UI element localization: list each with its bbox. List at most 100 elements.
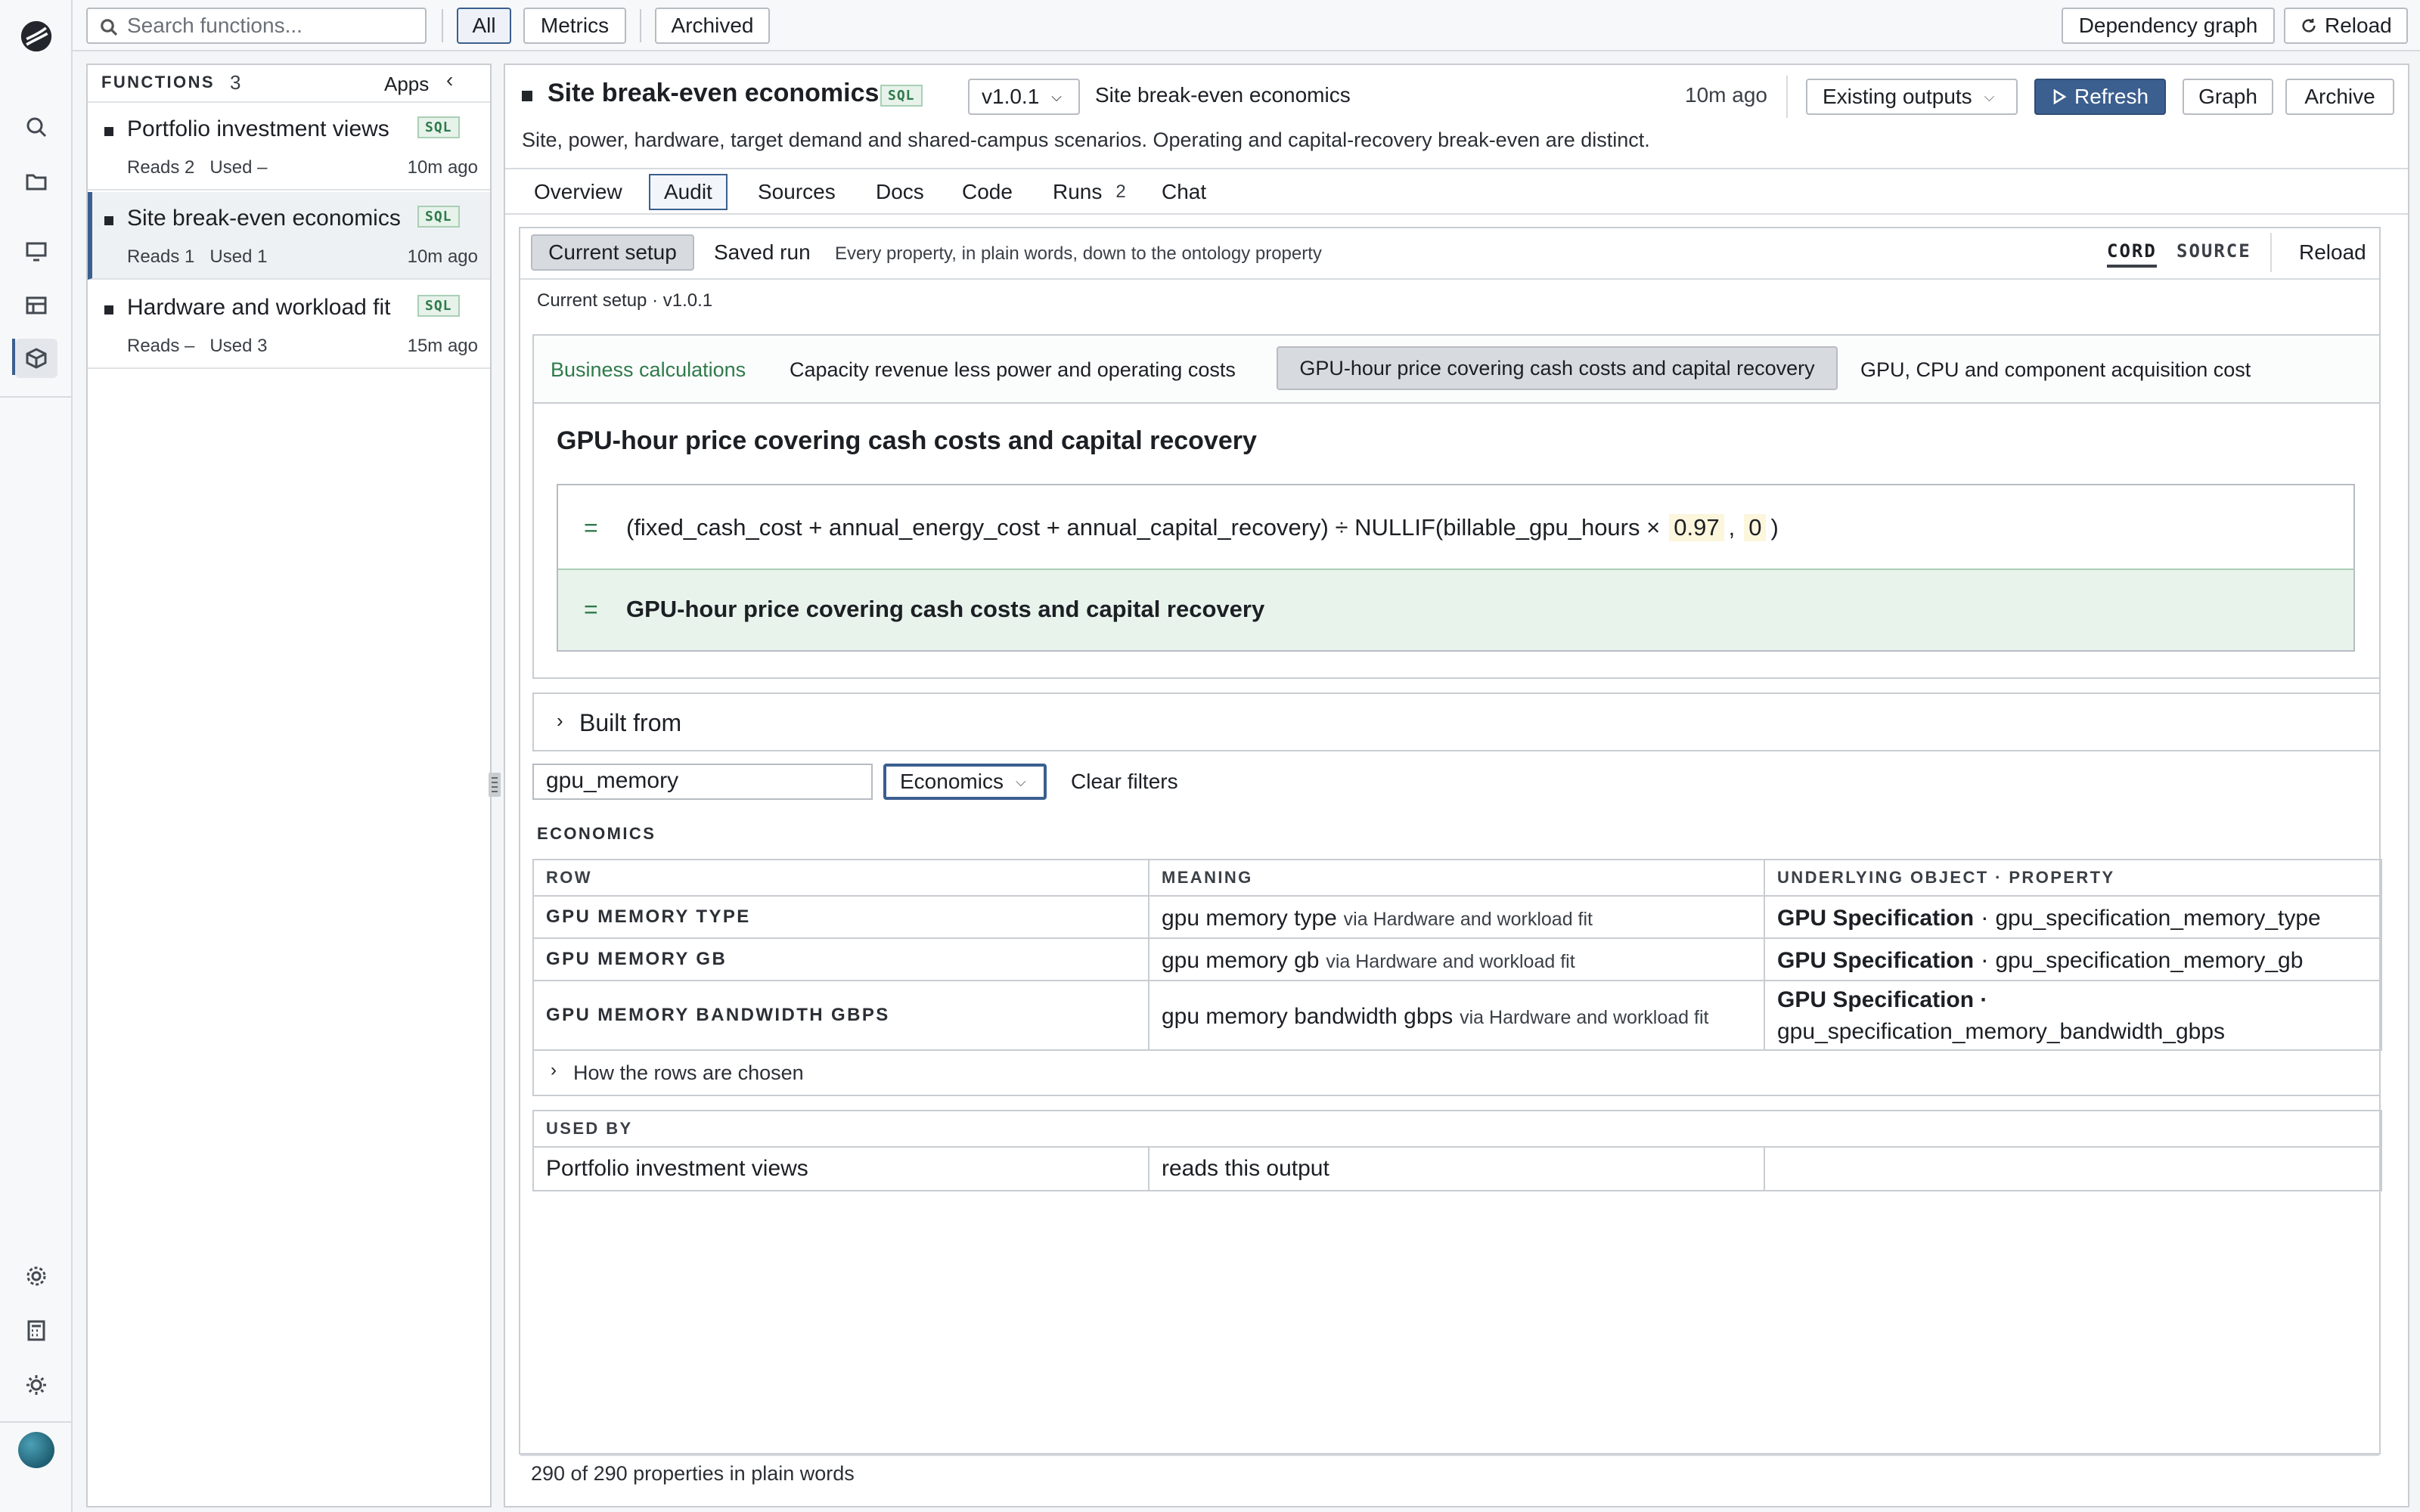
bullet-icon: [104, 216, 113, 225]
current-setup-toggle[interactable]: Current setup: [531, 234, 694, 271]
table-row[interactable]: GPU MEMORY TYPE gpu memory type via Hard…: [532, 895, 2382, 939]
refresh-label: Refresh: [2074, 85, 2149, 108]
filter-all-button[interactable]: All: [457, 8, 511, 44]
filter-archived-button[interactable]: Archived: [655, 8, 770, 44]
tab-chat[interactable]: Chat: [1148, 174, 1220, 210]
how-rows-label: How the rows are chosen: [573, 1061, 804, 1084]
source-toggle[interactable]: SOURCE: [2176, 240, 2251, 262]
section-title: ECONOMICS: [537, 824, 656, 843]
search-icon: [101, 19, 118, 36]
table-row[interactable]: GPU MEMORY BANDWIDTH GBPS gpu memory ban…: [532, 980, 2382, 1051]
object-name: GPU Specification ·: [1777, 987, 1988, 1012]
clear-filters-button[interactable]: Clear filters: [1071, 770, 1178, 794]
function-title: Hardware and workload fit: [127, 295, 391, 320]
formula-equals: =: [584, 514, 598, 541]
built-from-label: Built from: [579, 709, 682, 736]
monitor-icon[interactable]: [21, 236, 51, 266]
search-functions-input[interactable]: [127, 12, 414, 39]
audit-reload-button[interactable]: Reload: [2299, 240, 2366, 265]
calc-tab-acquisition-cost[interactable]: GPU, CPU and component acquisition cost: [1860, 358, 2251, 382]
functions-panel-title: FUNCTIONS: [101, 73, 215, 91]
table-row[interactable]: Portfolio investment views reads this ou…: [532, 1146, 2383, 1191]
apps-link[interactable]: Apps: [384, 73, 429, 96]
sql-badge: SQL: [417, 295, 460, 317]
used-by-name[interactable]: Portfolio investment views: [532, 1146, 1150, 1191]
tab-overview[interactable]: Overview: [520, 174, 636, 210]
column-header: MEANING: [1148, 859, 1765, 897]
function-item-site-break-even-economics[interactable]: Site break-even economics SQL Reads 1 Us…: [88, 192, 490, 280]
calc-tab-capacity-revenue[interactable]: Capacity revenue less power and operatin…: [790, 358, 1236, 382]
sql-badge: SQL: [417, 116, 460, 138]
header-divider: [505, 168, 2408, 169]
cord-toggle[interactable]: CORD: [2107, 240, 2157, 268]
audit-toolbar-divider: [2270, 233, 2272, 272]
refresh-button[interactable]: Refresh: [2034, 79, 2166, 115]
rail-divider: [0, 396, 73, 398]
search-functions-input-wrapper[interactable]: [86, 8, 427, 44]
function-item-portfolio-investment-views[interactable]: Portfolio investment views SQL Reads 2 U…: [88, 103, 490, 191]
collapse-chevron-left-icon[interactable]: ‹: [446, 68, 453, 92]
row-name: GPU MEMORY BANDWIDTH GBPS: [532, 980, 1150, 1051]
tab-code[interactable]: Code: [948, 174, 1026, 210]
calc-tab-gpu-hour-price[interactable]: GPU-hour price covering cash costs and c…: [1277, 346, 1838, 390]
theme-sun-icon[interactable]: [21, 1370, 51, 1400]
toolbar-divider: [442, 9, 443, 42]
reload-button[interactable]: Reload: [2284, 8, 2408, 44]
built-from-expander[interactable]: › Built from: [532, 692, 2381, 751]
row-object-property: GPU Specification · gpu_specification_me…: [1764, 895, 2382, 939]
tab-sources[interactable]: Sources: [744, 174, 849, 210]
archive-button[interactable]: Archive: [2285, 79, 2394, 115]
bullet-icon: [104, 305, 113, 314]
used-by-table: USED BY Portfolio investment views reads…: [532, 1110, 2383, 1191]
tab-runs[interactable]: Runs 2: [1039, 174, 1140, 210]
existing-outputs-select[interactable]: Existing outputs ⌵: [1806, 79, 2018, 115]
panel-resize-handle[interactable]: [489, 773, 501, 797]
formula-constant[interactable]: 0: [1744, 514, 1767, 541]
chevron-right-icon: ›: [551, 1060, 557, 1080]
reads-count: Reads 2: [127, 157, 195, 178]
version-select[interactable]: v1.0.1 ⌵: [968, 79, 1080, 115]
property-filter-input[interactable]: gpu_memory: [532, 764, 873, 800]
saved-run-toggle[interactable]: Saved run: [714, 240, 811, 265]
section-filter-select[interactable]: Economics ⌵: [883, 764, 1047, 800]
functions-count: 3: [230, 71, 241, 94]
avatar[interactable]: [18, 1432, 54, 1468]
calculator-icon[interactable]: [21, 1315, 51, 1346]
row-meaning: gpu memory gb via Hardware and workload …: [1148, 937, 1765, 981]
used-count: Used –: [209, 157, 268, 178]
reads-count: Reads 1: [127, 246, 195, 267]
filter-metrics-button[interactable]: Metrics: [523, 8, 626, 44]
grip-icon: [492, 777, 498, 792]
how-rows-expander[interactable]: › How the rows are chosen: [532, 1051, 2381, 1096]
layout-icon[interactable]: [21, 290, 51, 321]
used-by-empty-cell: [1763, 1146, 2383, 1191]
function-meta: Reads 2 Used –: [127, 157, 267, 178]
app-logo-icon[interactable]: [20, 20, 53, 53]
tab-docs[interactable]: Docs: [862, 174, 938, 210]
calc-title: GPU-hour price covering cash costs and c…: [557, 426, 1257, 455]
tab-audit[interactable]: Audit: [649, 174, 728, 210]
version-label: v1.0.1: [982, 85, 1040, 108]
row-meaning: gpu memory bandwidth gbps via Hardware a…: [1148, 980, 1765, 1051]
cube-icon[interactable]: [15, 339, 57, 378]
search-icon[interactable]: [21, 112, 51, 142]
used-count: Used 3: [209, 336, 268, 356]
reload-label: Reload: [2325, 14, 2392, 37]
formula-result: GPU-hour price covering cash costs and c…: [626, 596, 1265, 622]
folder-icon[interactable]: [21, 166, 51, 197]
dependency-graph-button[interactable]: Dependency graph: [2062, 8, 2275, 44]
functions-panel: FUNCTIONS 3 Apps ‹ Portfolio investment …: [86, 64, 492, 1507]
meaning-via: via Hardware and workload fit: [1343, 908, 1593, 930]
graph-button[interactable]: Graph: [2183, 79, 2273, 115]
settings-icon[interactable]: [21, 1261, 51, 1291]
formula-constant[interactable]: 0.97: [1669, 514, 1724, 541]
left-rail: [0, 0, 73, 1512]
property-name: gpu_specification_memory_bandwidth_gbps: [1777, 1019, 2226, 1044]
function-item-hardware-and-workload-fit[interactable]: Hardware and workload fit SQL Reads – Us…: [88, 281, 490, 369]
row-name: GPU MEMORY GB: [532, 937, 1150, 981]
table-row[interactable]: GPU MEMORY GB gpu memory gb via Hardware…: [532, 937, 2382, 981]
business-calculations-label: Business calculations: [551, 358, 746, 381]
runs-count: 2: [1115, 181, 1126, 202]
column-header: UNDERLYING OBJECT · PROPERTY: [1764, 859, 2382, 897]
used-count: Used 1: [209, 246, 268, 267]
